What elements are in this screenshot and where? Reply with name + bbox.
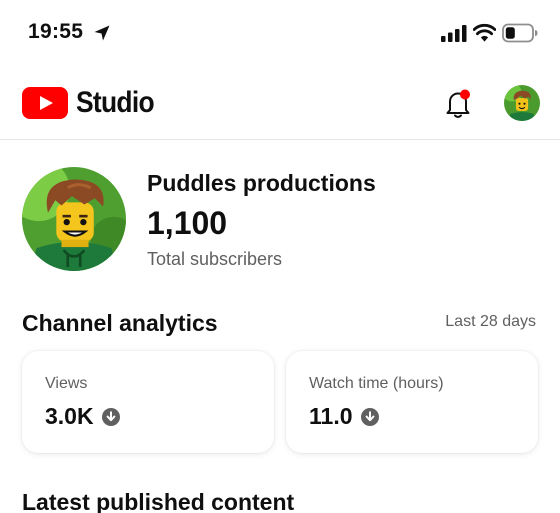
location-arrow-icon [94,25,110,41]
analytics-date-range[interactable]: Last 28 days [445,313,536,331]
views-value-row: 3.0K [45,403,120,430]
watch-time-value-row: 11.0 [309,403,379,430]
youtube-logo-icon [22,87,68,119]
cellular-signal-icon [441,25,467,42]
arrow-down-circle-icon [101,407,120,426]
notification-badge [460,89,470,100]
app-header: Studio [0,68,560,140]
account-avatar[interactable] [504,85,540,121]
subscriber-label: Total subscribers [147,249,283,269]
watch-time-value: 11.0 [309,403,353,429]
watch-time-label: Watch time (hours) [309,375,444,392]
latest-content-title: Latest published content [22,489,295,513]
channel-name: Puddles productions [147,170,376,196]
lego-figure-avatar-icon [504,85,540,121]
battery-icon [502,23,538,43]
notifications-button[interactable] [441,86,475,120]
views-value: 3.0K [45,403,94,429]
subscriber-count: 1,100 [147,205,228,241]
channel-avatar[interactable] [22,167,126,271]
status-bar: 19:55 [0,0,560,68]
watch-time-card[interactable]: Watch time (hours) 11.0 [286,351,538,453]
status-time: 19:55 [28,20,84,43]
arrow-down-circle-icon [360,407,379,426]
bell-icon [446,89,470,118]
views-label: Views [45,375,88,392]
channel-analytics-title: Channel analytics [22,310,218,336]
wifi-icon [473,23,496,42]
lego-figure-avatar-icon [22,167,126,271]
views-card[interactable]: Views 3.0K [22,351,274,453]
logo-text: Studio [76,86,155,119]
youtube-studio-logo[interactable]: Studio [22,85,165,121]
